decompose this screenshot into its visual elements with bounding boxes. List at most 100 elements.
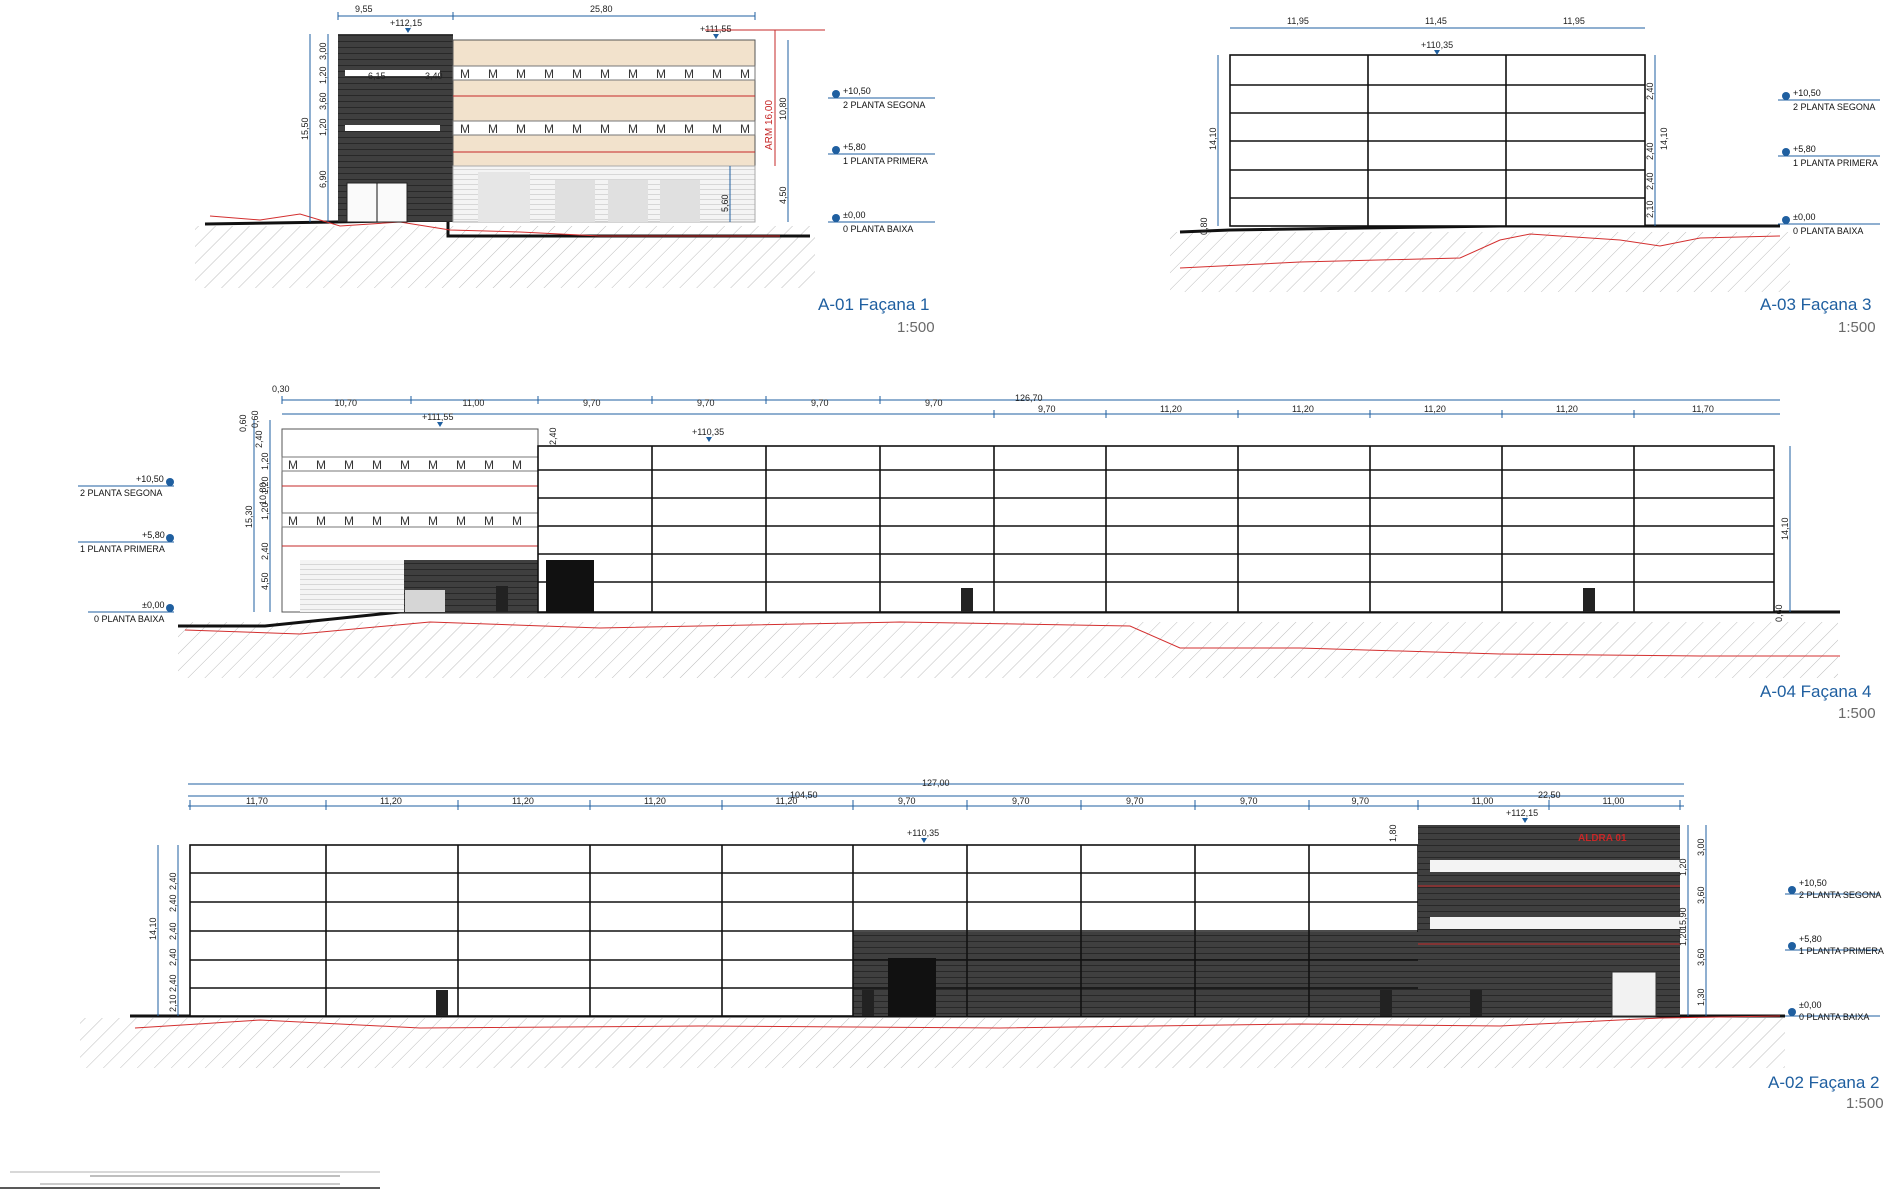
level-name: 0 PLANTA BAIXA [1793, 226, 1863, 236]
elevation-a03: 11,95 11,45 11,95 +110,35 14,10 0,80 2,4… [1170, 16, 1880, 336]
dim-label: 9,70 [1038, 404, 1056, 414]
window-mark: M [712, 67, 722, 81]
right-dim: 0,60 [1774, 604, 1784, 622]
window-mark: M [428, 458, 438, 472]
dim-label: 2,40 [168, 922, 178, 940]
overview-thumbnail [0, 1171, 380, 1189]
level-name: 1 PLANTA PRIMERA [843, 156, 928, 166]
window-mark: M [456, 514, 466, 528]
door [496, 586, 508, 612]
window-mark: M [516, 122, 526, 136]
level-name: 1 PLANTA PRIMERA [1799, 946, 1884, 956]
ground-line [1179, 224, 1780, 234]
right-dim: 10,80 [778, 97, 788, 120]
loading-door [546, 560, 594, 612]
dim-label: 1,80 [1388, 824, 1398, 842]
dim-top-1: 9,55 [355, 4, 373, 14]
window-mark: M [456, 458, 466, 472]
level-top: +110,35 [692, 427, 724, 437]
ground-hatch [80, 1018, 1785, 1068]
view-scale: 1:500 [897, 319, 935, 336]
window-mark: M [344, 458, 354, 472]
door [1380, 990, 1392, 1016]
side-dim: 6,90 [318, 170, 328, 188]
level-name: 1 PLANTA PRIMERA [1793, 158, 1878, 168]
level-elev: +5,80 [142, 530, 165, 540]
dim-label: 9,70 [583, 398, 601, 408]
dim-label: 11,20 [380, 796, 402, 806]
side-dim: 3,60 [318, 92, 328, 110]
side-dim: 1,20 [318, 118, 328, 136]
window-mark: M [288, 458, 298, 472]
dim-label: 2,40 [168, 974, 178, 992]
arm-label: ARM 16,00 [764, 100, 775, 150]
door [1583, 588, 1595, 612]
dim-label: 15,90 [1678, 907, 1688, 930]
dim-label: 4,50 [260, 572, 270, 590]
loading-door [888, 958, 936, 1016]
overall-dim: 126,70 [1015, 393, 1043, 403]
window-mark: M [712, 122, 722, 136]
facade-block [537, 445, 1775, 613]
dim-label: 11,70 [1692, 404, 1714, 414]
window-mark: M [740, 122, 750, 136]
window-mark: M [572, 122, 582, 136]
window-mark: M [656, 122, 666, 136]
level-elev: +10,50 [136, 474, 164, 484]
window-mark: M [656, 67, 666, 81]
level-elev: +10,50 [843, 86, 871, 96]
dim-inner-1: 6,15 [368, 71, 386, 81]
dim-label: 9,70 [1240, 796, 1258, 806]
window-mark: M [372, 458, 382, 472]
window-mark: M [628, 67, 638, 81]
window-mark: M [484, 458, 494, 472]
window-mark: M [428, 514, 438, 528]
window-mark: M [372, 514, 382, 528]
dim-label: 3,60 [1696, 948, 1706, 966]
level-top: +110,35 [907, 828, 939, 838]
side-dim: 0,80 [1199, 217, 1209, 235]
right-dim: 2,40 [1645, 172, 1655, 190]
dim-label: 1,20 [260, 452, 270, 470]
dim-top: 11,95 [1563, 16, 1585, 26]
window-mark: M [488, 122, 498, 136]
right-dim: 2,10 [1645, 200, 1655, 218]
view-scale: 1:500 [1846, 1095, 1884, 1112]
top-dims: 10,70 11,00 9,70 9,70 9,70 9,70 9,70 11,20 11,20… [281, 396, 1714, 418]
side-dim: 15,50 [300, 117, 310, 140]
offset-dim: 0,30 [272, 384, 290, 394]
overall-dim: 127,00 [922, 778, 950, 788]
view-scale: 1:500 [1838, 705, 1876, 722]
dim-label: 9,70 [898, 796, 916, 806]
window-mark: M [684, 67, 694, 81]
dim-label: 1,20 [1678, 858, 1688, 876]
dark-cladding [853, 932, 1418, 1016]
level-elev: +5,80 [1793, 144, 1816, 154]
level-name: 2 PLANTA SEGONA [1793, 102, 1875, 112]
dim-label: 9,70 [925, 398, 943, 408]
entrance [1611, 971, 1657, 1017]
dim-label: 9,70 [811, 398, 829, 408]
dim-label: 10,70 [335, 398, 358, 408]
level-elev: +5,80 [1799, 934, 1822, 944]
level-elev: +10,50 [1799, 878, 1827, 888]
window-mark: M [544, 67, 554, 81]
window-mark: M [400, 514, 410, 528]
dim-label: 11,20 [512, 796, 534, 806]
dim-label: 11,00 [1603, 796, 1625, 806]
elevation-a02: ALDRA 01 127,00 104,50 22,50 11,70 11,20 1… [80, 778, 1884, 1112]
dim-label: 2,10 [168, 994, 178, 1012]
dim-label: 0,60 [238, 414, 248, 432]
door [436, 990, 448, 1016]
dim-label: 1,20 [260, 476, 270, 494]
view-title: A-01 Façana 1 [818, 295, 930, 314]
dim-label: 14,10 [148, 917, 158, 940]
dim-top: 11,45 [1425, 16, 1447, 26]
dim-label: 2,40 [254, 430, 264, 448]
signage-text: ALDRA 01 [1578, 833, 1627, 844]
view-title: A-04 Façana 4 [1760, 682, 1872, 701]
window-mark: M [600, 67, 610, 81]
window-mark: M [460, 122, 470, 136]
window-mark: M [544, 122, 554, 136]
door [1470, 990, 1482, 1016]
